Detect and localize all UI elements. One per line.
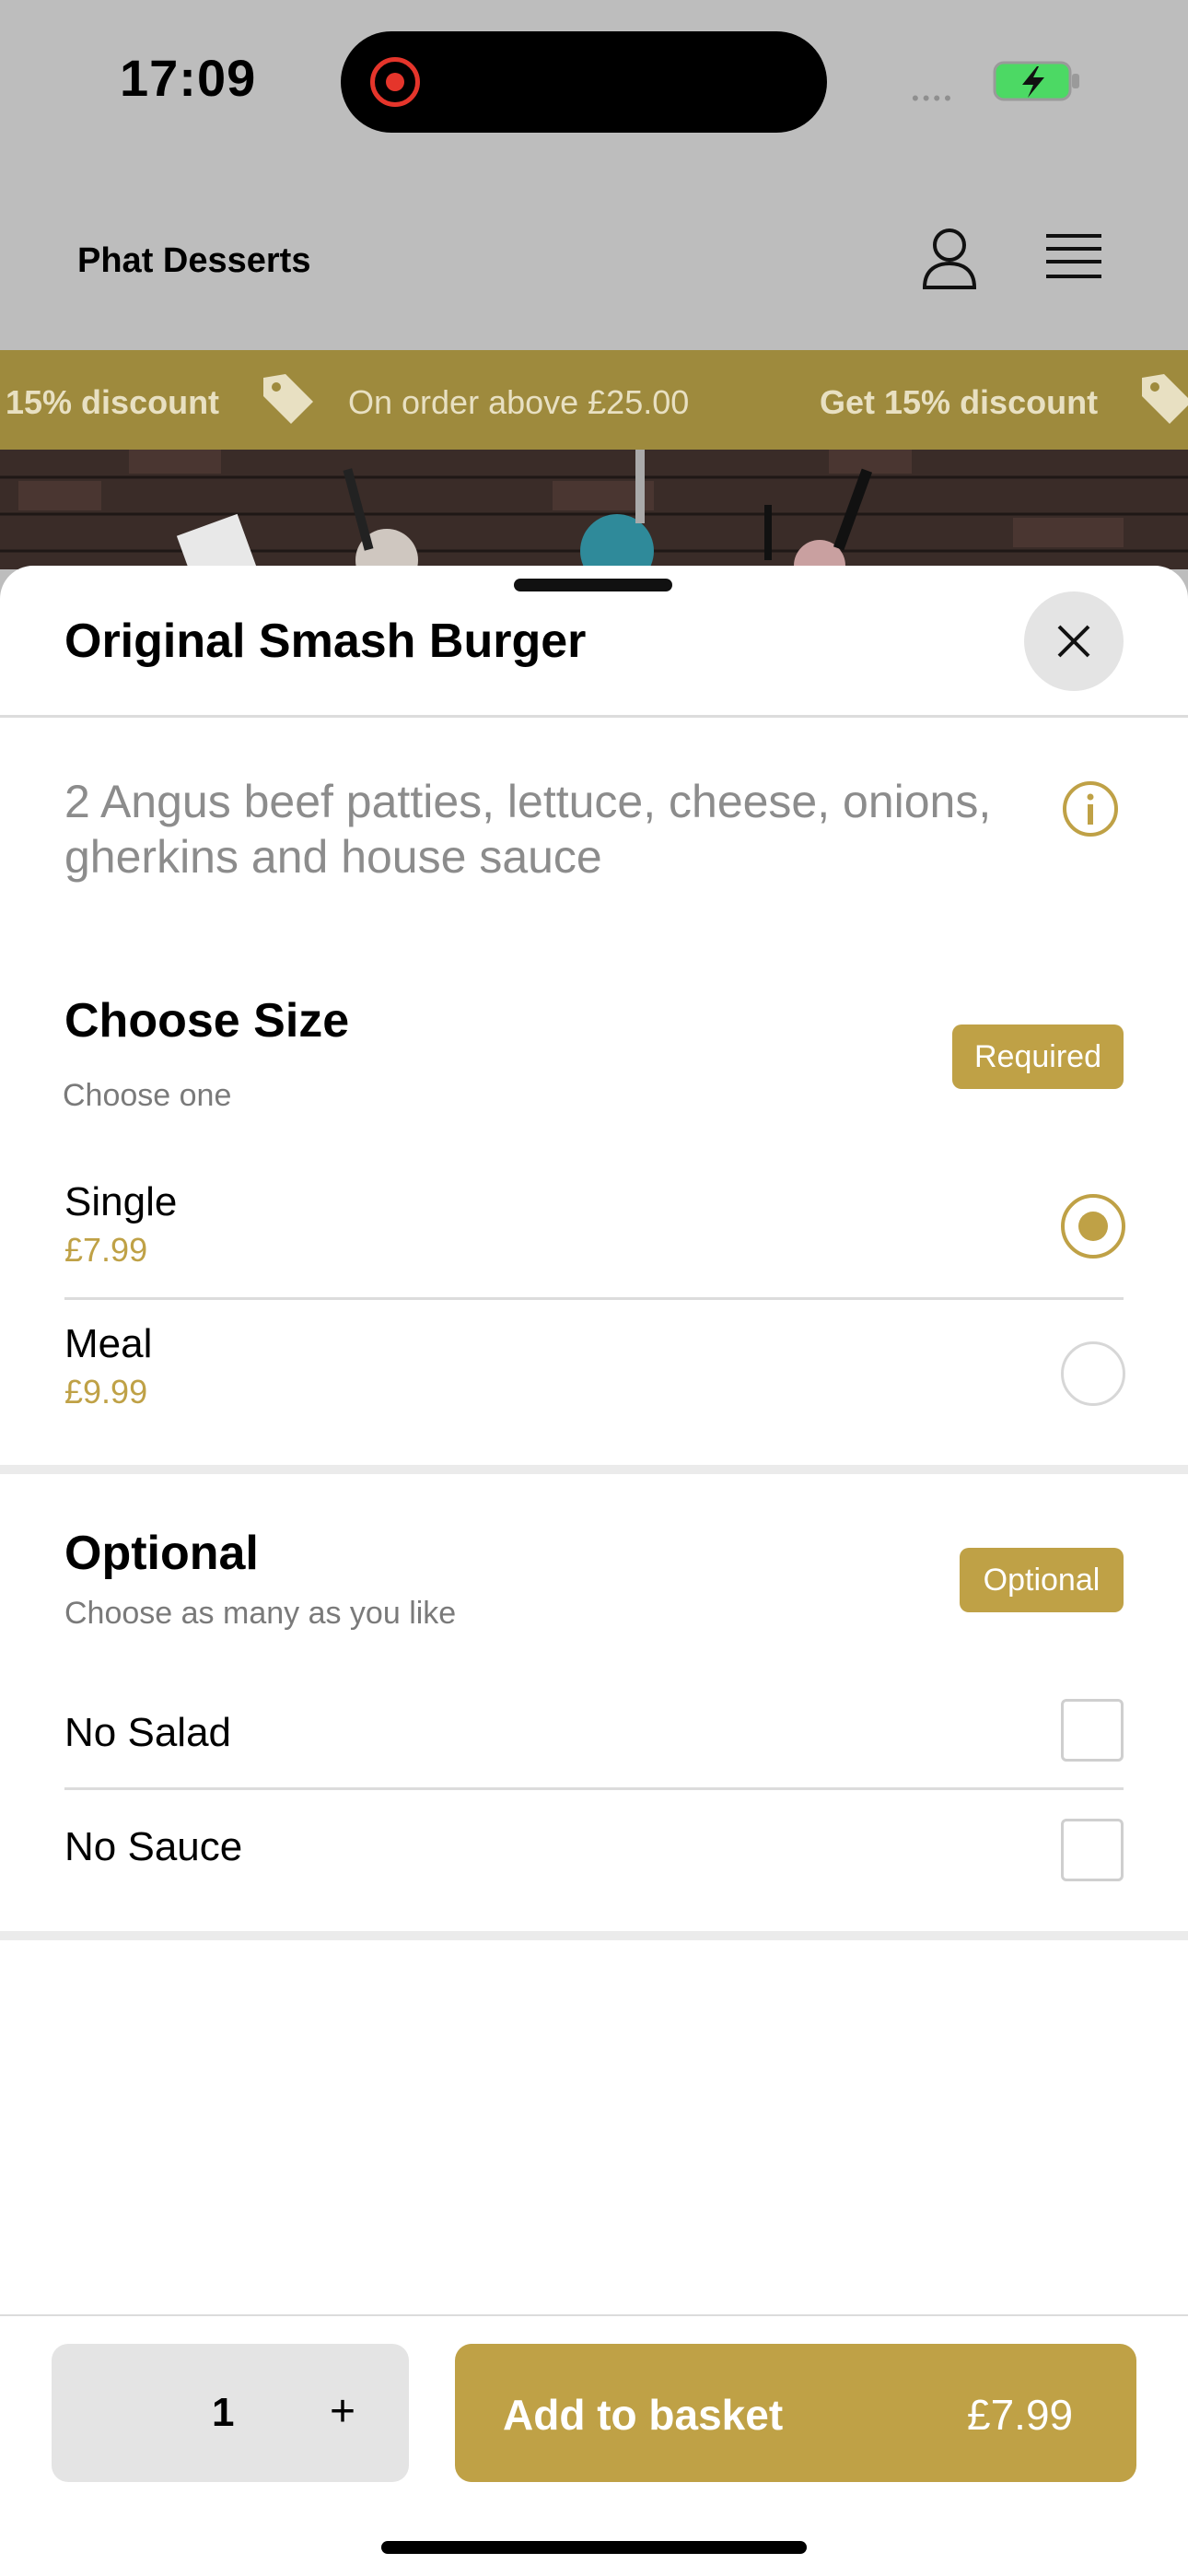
discount-banner: 15% discount On order above £25.00 Get 1… — [0, 350, 1188, 450]
close-icon — [1057, 625, 1090, 658]
size-option-single[interactable]: Single £7.99 — [0, 1161, 1188, 1299]
optional-section-subtitle: Choose as many as you like — [64, 1596, 457, 1631]
banner-item: 15% discount — [6, 383, 220, 421]
recording-icon — [370, 57, 420, 107]
optional-badge: Optional — [960, 1548, 1124, 1612]
size-section-title: Choose Size — [64, 994, 350, 1048]
battery-charging-icon — [993, 61, 1079, 101]
info-icon[interactable] — [1061, 779, 1120, 838]
option-price: £9.99 — [64, 1373, 148, 1411]
option-label: No Sauce — [64, 1824, 243, 1869]
sheet-grabber[interactable] — [514, 579, 672, 591]
size-option-meal[interactable]: Meal £9.99 — [0, 1303, 1188, 1441]
tag-icon — [263, 374, 313, 424]
required-badge: Required — [952, 1025, 1124, 1089]
item-description: 2 Angus beef patties, lettuce, cheese, o… — [64, 776, 992, 883]
tag-icon — [1142, 374, 1188, 424]
account-icon[interactable] — [921, 227, 978, 291]
banner-item: Get 15% discount — [820, 383, 1099, 421]
option-price: £7.99 — [64, 1231, 148, 1269]
section-divider — [0, 1465, 1188, 1474]
quantity-value: 1 — [212, 2390, 235, 2435]
home-indicator[interactable] — [381, 2541, 807, 2554]
brand-name[interactable]: Phat Desserts — [77, 241, 310, 281]
checkbox[interactable] — [1061, 1699, 1124, 1762]
radio-unselected[interactable] — [1061, 1341, 1125, 1406]
hero-photo — [0, 450, 1188, 569]
size-section-subtitle: Choose one — [63, 1078, 232, 1113]
option-label: Meal — [64, 1321, 153, 1366]
item-title: Original Smash Burger — [64, 615, 587, 668]
option-label: Single — [64, 1179, 178, 1224]
divider — [0, 715, 1188, 718]
status-time: 17:09 — [120, 49, 257, 107]
menu-icon[interactable] — [1044, 230, 1103, 286]
option-no-salad[interactable]: No Salad — [0, 1682, 1188, 1789]
quantity-plus-button[interactable]: + — [330, 2386, 355, 2437]
optional-section-title: Optional — [64, 1527, 259, 1580]
section-divider — [0, 1931, 1188, 1940]
radio-selected[interactable] — [1061, 1194, 1125, 1259]
footer-divider — [0, 2314, 1188, 2316]
add-to-basket-price: £7.99 — [967, 2391, 1074, 2439]
checkbox[interactable] — [1061, 1819, 1124, 1881]
add-to-basket-label: Add to basket — [503, 2391, 784, 2439]
option-no-sauce[interactable]: No Sauce — [0, 1793, 1188, 1900]
signal-icon: •••• — [912, 87, 955, 110]
banner-item: On order above £25.00 — [348, 383, 690, 421]
divider — [64, 1787, 1124, 1790]
close-button[interactable] — [1024, 591, 1124, 691]
divider — [64, 1297, 1124, 1300]
option-label: No Salad — [64, 1710, 232, 1755]
